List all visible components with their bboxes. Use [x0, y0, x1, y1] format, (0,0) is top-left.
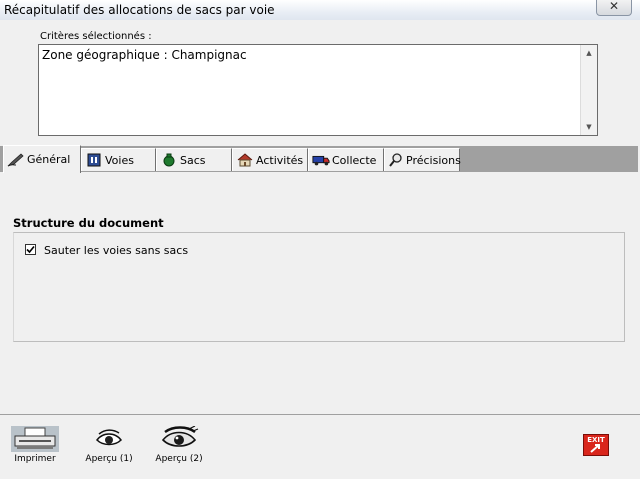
printer-icon: [11, 426, 59, 452]
exit-button[interactable]: EXIT: [583, 434, 609, 456]
tab-label: Précisions: [406, 153, 461, 167]
tab-label: Sacs: [180, 153, 206, 167]
tab-label: Général: [27, 153, 71, 166]
bag-icon: [160, 152, 178, 168]
tab-precisions[interactable]: Précisions: [384, 148, 461, 171]
exit-label: EXIT: [587, 436, 605, 444]
scroll-up-arrow-icon[interactable]: ▲: [581, 45, 597, 61]
tab-voies[interactable]: Voies: [81, 148, 156, 171]
tab-label: Activités: [256, 153, 304, 167]
checkbox-label: Sauter les voies sans sacs: [44, 244, 189, 257]
bottom-separator: [0, 414, 640, 415]
tab-label: Collecte: [332, 153, 377, 167]
criteria-label: Critères sélectionnés :: [40, 31, 152, 42]
exit-icon: EXIT: [583, 434, 609, 456]
section-title: Structure du document: [13, 216, 164, 230]
preview1-label: Aperçu (1): [85, 454, 133, 464]
magnifier-icon: [388, 152, 404, 168]
criteria-scrollbar[interactable]: ▲ ▼: [580, 45, 597, 135]
skip-empty-streets-checkbox[interactable]: [25, 244, 36, 255]
eye-icon: [95, 426, 123, 452]
truck-icon: [312, 152, 330, 168]
checkmark-icon: [26, 245, 35, 254]
close-button[interactable]: ✕: [596, 0, 632, 16]
road-sign-icon: [85, 152, 103, 168]
print-label: Imprimer: [14, 454, 56, 464]
tab-general[interactable]: Général: [3, 145, 81, 173]
window-title: Récapitulatif des allocations de sacs pa…: [4, 3, 275, 17]
tab-collecte[interactable]: Collecte: [308, 148, 384, 171]
title-bar: Récapitulatif des allocations de sacs pa…: [0, 0, 640, 20]
tab-sacs[interactable]: Sacs: [156, 148, 232, 171]
print-button[interactable]: Imprimer: [10, 426, 60, 464]
criteria-textarea[interactable]: Zone géographique : Champignac ▲ ▼: [38, 44, 598, 136]
criteria-text: Zone géographique : Champignac: [42, 48, 247, 62]
preview2-label: Aperçu (2): [155, 454, 203, 464]
house-icon: [236, 152, 254, 168]
preview2-button[interactable]: Aperçu (2): [152, 425, 206, 464]
tab-label: Voies: [105, 153, 134, 167]
pen-icon: [7, 152, 25, 168]
close-icon: ✕: [608, 0, 620, 13]
tab-activites[interactable]: Activités: [232, 148, 308, 171]
preview1-button[interactable]: Aperçu (1): [84, 426, 134, 464]
scroll-down-arrow-icon[interactable]: ▼: [581, 119, 597, 135]
eye-lashes-icon: [159, 425, 199, 452]
